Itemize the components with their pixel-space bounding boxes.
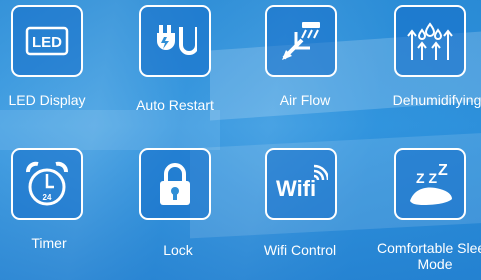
feature-label: Dehumidifying [392, 92, 481, 108]
feature-auto-restart [139, 5, 211, 77]
feature-dehumidifying [394, 5, 466, 77]
feature-sleep-mode: Z Z Z [394, 148, 466, 220]
feature-timer: 24 [11, 148, 83, 220]
timer-icon: 24 [26, 161, 68, 206]
svg-text:Wifi: Wifi [276, 176, 316, 201]
dehumidifying-icon [407, 22, 453, 60]
feature-label: Air Flow [279, 92, 331, 108]
svg-text:24: 24 [43, 193, 52, 202]
feature-label: Auto Restart [136, 97, 214, 113]
air-flow-icon [282, 22, 320, 60]
led-display-icon: LED [25, 26, 69, 56]
feature-label: Wifi Control [263, 242, 337, 258]
feature-wifi-control: Wifi [265, 148, 337, 220]
feature-led-display: LED [11, 5, 83, 77]
feature-lock [139, 148, 211, 220]
svg-text:Z: Z [438, 162, 448, 179]
svg-text:Z Z: Z Z [416, 170, 437, 186]
feature-air-flow [265, 5, 337, 77]
wifi-icon: Wifi [276, 164, 328, 201]
auto-restart-icon [157, 25, 197, 55]
feature-label: LED Display [8, 92, 86, 108]
feature-label: Timer [31, 235, 67, 251]
feature-label: Comfortable Sleep Mode [377, 240, 481, 272]
feature-label: Lock [163, 242, 193, 258]
svg-text:LED: LED [32, 34, 62, 51]
lock-icon [160, 163, 190, 205]
background-shape [0, 110, 220, 150]
sleep-icon: Z Z Z [410, 162, 452, 205]
